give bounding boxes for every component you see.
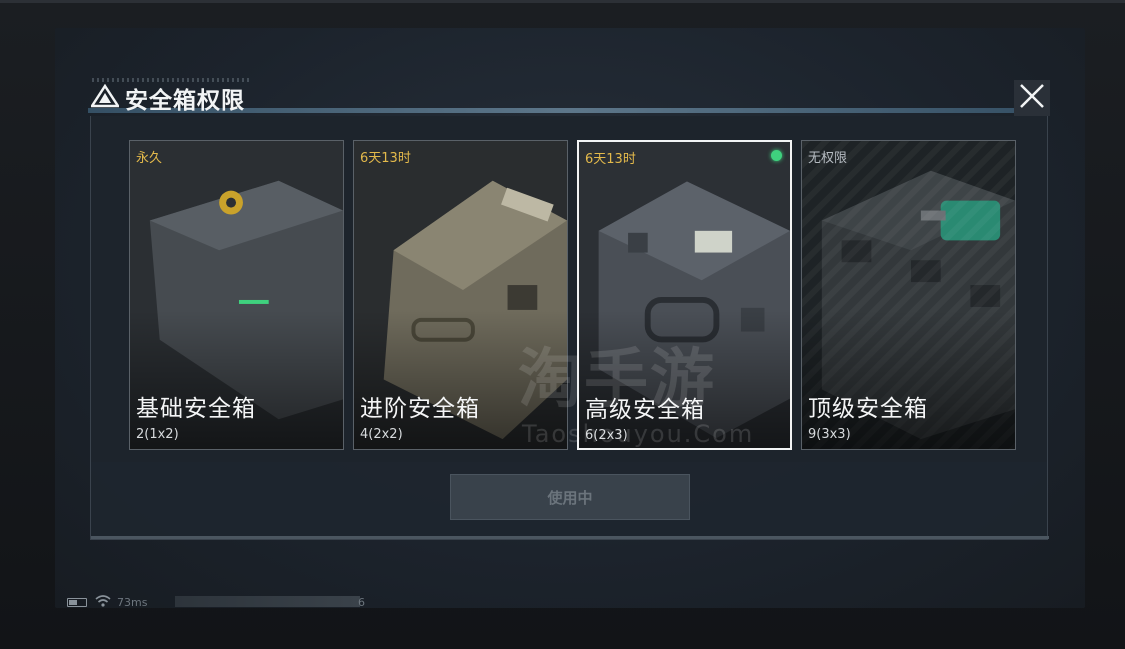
safe-box-card-top[interactable]: 无权限 顶级安全箱 9(3x3) bbox=[801, 140, 1016, 450]
triangle-logo-icon bbox=[89, 83, 121, 108]
card-name: 高级安全箱 bbox=[585, 397, 705, 423]
close-button[interactable] bbox=[1014, 80, 1050, 116]
card-name: 顶级安全箱 bbox=[808, 396, 928, 422]
dialog-bottom-border bbox=[91, 536, 1049, 539]
card-capacity: 2(1x2) bbox=[136, 427, 179, 442]
cards-area: 永久 基础安全箱 2(1x2) 6天13时 进阶安全箱 4(2x2) 6天13时… bbox=[91, 116, 1047, 462]
ping-text: 73ms bbox=[117, 596, 148, 609]
status-bar: 73ms 6 bbox=[65, 593, 385, 611]
safe-box-card-basic[interactable]: 永久 基础安全箱 2(1x2) bbox=[129, 140, 344, 450]
active-status-dot bbox=[771, 150, 782, 161]
close-icon bbox=[1019, 83, 1045, 113]
wifi-icon bbox=[95, 594, 111, 611]
safe-box-permission-dialog: 安全箱权限 永久 基础安全箱 2(1x2) 6天13时 进阶安全箱 4(2x2)… bbox=[88, 78, 1050, 540]
status-number: 6 bbox=[358, 596, 365, 609]
card-name: 进阶安全箱 bbox=[360, 396, 480, 422]
in-use-button[interactable]: 使用中 bbox=[450, 474, 690, 520]
card-duration: 永久 bbox=[136, 151, 163, 166]
safe-box-card-advanced[interactable]: 6天13时 进阶安全箱 4(2x2) bbox=[353, 140, 568, 450]
top-border bbox=[0, 0, 1125, 3]
card-capacity: 4(2x2) bbox=[360, 427, 403, 442]
dialog-body: 永久 基础安全箱 2(1x2) 6天13时 进阶安全箱 4(2x2) 6天13时… bbox=[90, 116, 1049, 540]
card-duration: 6天13时 bbox=[360, 151, 411, 166]
card-duration: 无权限 bbox=[808, 151, 848, 166]
dialog-title: 安全箱权限 bbox=[125, 88, 245, 114]
card-name: 基础安全箱 bbox=[136, 396, 256, 422]
card-duration: 6天13时 bbox=[585, 152, 636, 167]
dialog-header: 安全箱权限 bbox=[88, 78, 1050, 116]
status-track bbox=[175, 596, 360, 607]
card-capacity: 9(3x3) bbox=[808, 427, 851, 442]
card-capacity: 6(2x3) bbox=[585, 428, 628, 443]
safe-box-card-premium[interactable]: 6天13时 高级安全箱 6(2x3) bbox=[577, 140, 792, 450]
battery-icon bbox=[67, 598, 87, 607]
